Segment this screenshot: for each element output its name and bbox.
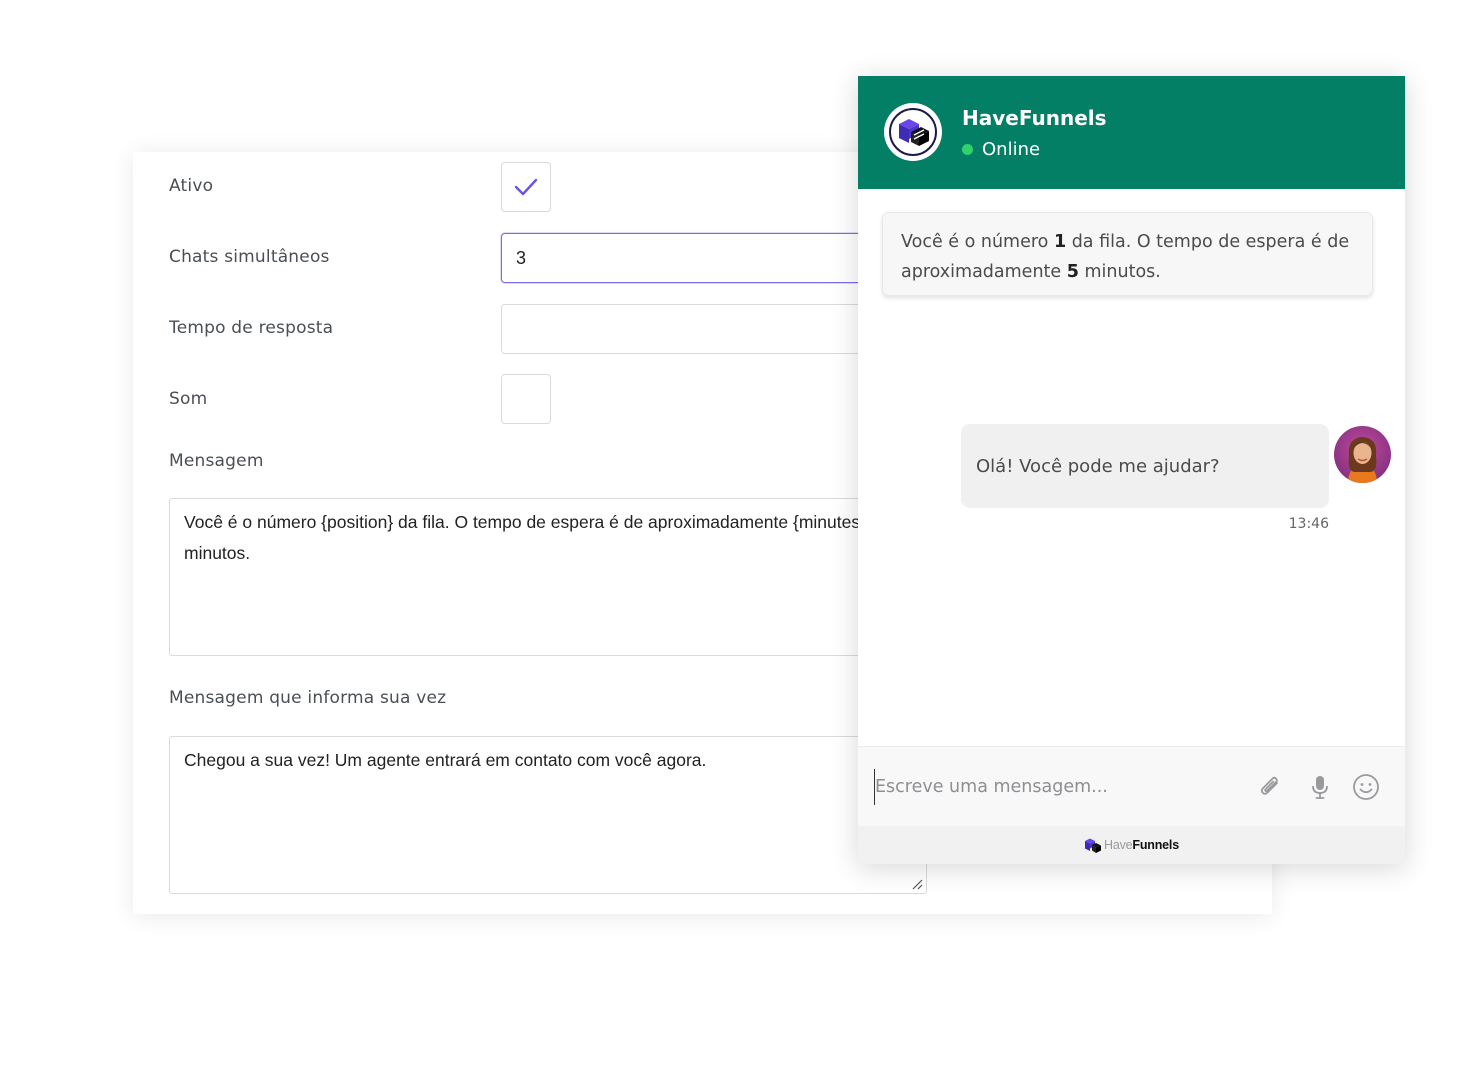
chat-status: Online bbox=[962, 139, 1040, 160]
chat-message-input[interactable] bbox=[874, 769, 1234, 805]
emoji-button[interactable] bbox=[1350, 771, 1382, 803]
sound-label: Som bbox=[169, 389, 208, 409]
chat-brand-name: HaveFunnels bbox=[962, 106, 1107, 130]
havefunnels-small-logo-icon bbox=[1085, 838, 1102, 853]
emoji-icon bbox=[1353, 774, 1379, 800]
queue-position: 1 bbox=[1053, 232, 1067, 252]
active-checkbox[interactable] bbox=[501, 162, 551, 212]
response-time-input[interactable] bbox=[501, 304, 901, 354]
message-textarea[interactable]: Você é o número {position} da fila. O te… bbox=[169, 498, 927, 656]
turn-message-label: Mensagem que informa sua vez bbox=[169, 688, 447, 708]
queue-position-message: Você é o número 1 da fila. O tempo de es… bbox=[882, 212, 1373, 296]
havefunnels-logo-icon bbox=[889, 108, 937, 156]
chat-widget: HaveFunnels Online Você é o número 1 da … bbox=[858, 76, 1405, 864]
user-message-bubble: Olá! Você pode me ajudar? bbox=[961, 424, 1329, 508]
footer-brand-text: HaveFunnels bbox=[1104, 838, 1179, 852]
active-label: Ativo bbox=[169, 176, 214, 196]
message-label: Mensagem bbox=[169, 451, 264, 471]
powered-by-footer[interactable]: HaveFunnels bbox=[858, 826, 1405, 864]
microphone-icon bbox=[1312, 776, 1328, 799]
voice-button[interactable] bbox=[1304, 771, 1336, 803]
resize-handle-icon[interactable] bbox=[911, 878, 923, 890]
user-message-text: Olá! Você pode me ajudar? bbox=[976, 455, 1220, 477]
simultaneous-chats-input[interactable] bbox=[501, 233, 901, 283]
chat-header: HaveFunnels Online bbox=[858, 76, 1405, 189]
user-avatar-image bbox=[1334, 426, 1391, 483]
checkmark-icon bbox=[514, 178, 538, 196]
chat-status-text: Online bbox=[982, 139, 1041, 160]
queue-text-1: Você é o número bbox=[901, 232, 1054, 252]
user-avatar bbox=[1334, 426, 1391, 483]
turn-message-textarea[interactable]: Chegou a sua vez! Um agente entrará em c… bbox=[169, 736, 927, 894]
response-time-label: Tempo de resposta bbox=[169, 318, 334, 338]
queue-text-3: minutos. bbox=[1078, 262, 1161, 282]
queue-minutes: 5 bbox=[1066, 262, 1079, 282]
paperclip-icon bbox=[1260, 776, 1278, 795]
brand-logo bbox=[884, 103, 942, 161]
chat-composer bbox=[858, 746, 1405, 826]
attach-button[interactable] bbox=[1254, 771, 1286, 803]
online-dot-icon bbox=[962, 144, 973, 155]
simultaneous-chats-label: Chats simultâneos bbox=[169, 247, 330, 267]
message-timestamp: 13:46 bbox=[1288, 516, 1329, 532]
sound-checkbox[interactable] bbox=[501, 374, 551, 424]
